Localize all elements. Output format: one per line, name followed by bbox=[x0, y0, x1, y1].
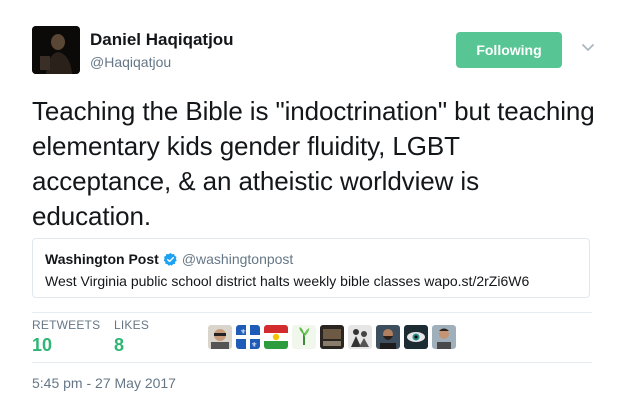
likes-count: 8 bbox=[114, 335, 125, 355]
tweet-timestamp[interactable]: 5:45 pm - 27 May 2017 bbox=[32, 375, 176, 391]
quoted-tweet[interactable]: Washington Post @washingtonpost West Vir… bbox=[32, 238, 590, 298]
retweets-count: 10 bbox=[32, 335, 53, 355]
tweet-header: Daniel Haqiqatjou @Haqiqatjou Following bbox=[32, 26, 604, 76]
svg-text:⚜: ⚜ bbox=[251, 341, 257, 349]
avatar-eye[interactable] bbox=[404, 325, 428, 349]
tweet-text: Teaching the Bible is "indoctrination" b… bbox=[32, 96, 595, 231]
avatar-man-portrait[interactable] bbox=[432, 325, 456, 349]
retweets-stat[interactable]: RETWEETS 10 bbox=[32, 318, 100, 356]
avatar-dark-photo[interactable] bbox=[320, 325, 344, 349]
svg-text:⚜: ⚜ bbox=[240, 328, 246, 336]
quoted-author-handle: @washingtonpost bbox=[181, 251, 294, 267]
author-handle[interactable]: @Haqiqatjou bbox=[90, 54, 171, 70]
avatar-kurdistan-flag[interactable] bbox=[264, 325, 288, 349]
avatar-quebec-flag[interactable]: ⚜ ⚜ bbox=[236, 325, 260, 349]
avatar-bearded-man[interactable] bbox=[376, 325, 400, 349]
quoted-author-name: Washington Post bbox=[45, 251, 159, 267]
quoted-tweet-header: Washington Post @washingtonpost bbox=[45, 250, 577, 268]
retweets-label: RETWEETS bbox=[32, 318, 101, 332]
likes-label: LIKES bbox=[114, 318, 150, 332]
avatar-glasses-man[interactable] bbox=[208, 325, 232, 349]
chevron-down-icon[interactable] bbox=[580, 40, 596, 56]
quoted-tweet-text: West Virginia public school district hal… bbox=[45, 273, 530, 289]
likes-stat[interactable]: LIKES 8 bbox=[114, 318, 149, 356]
liker-avatars: ⚜ ⚜ bbox=[208, 325, 456, 349]
author-avatar[interactable] bbox=[32, 26, 80, 74]
divider-bottom bbox=[32, 362, 592, 363]
author-name[interactable]: Daniel Haqiqatjou bbox=[90, 30, 234, 50]
divider-top bbox=[32, 312, 592, 313]
following-button[interactable]: Following bbox=[456, 32, 562, 68]
avatar-green-plant[interactable] bbox=[292, 325, 316, 349]
avatar-figures[interactable] bbox=[348, 325, 372, 349]
verified-badge-icon bbox=[163, 252, 177, 266]
